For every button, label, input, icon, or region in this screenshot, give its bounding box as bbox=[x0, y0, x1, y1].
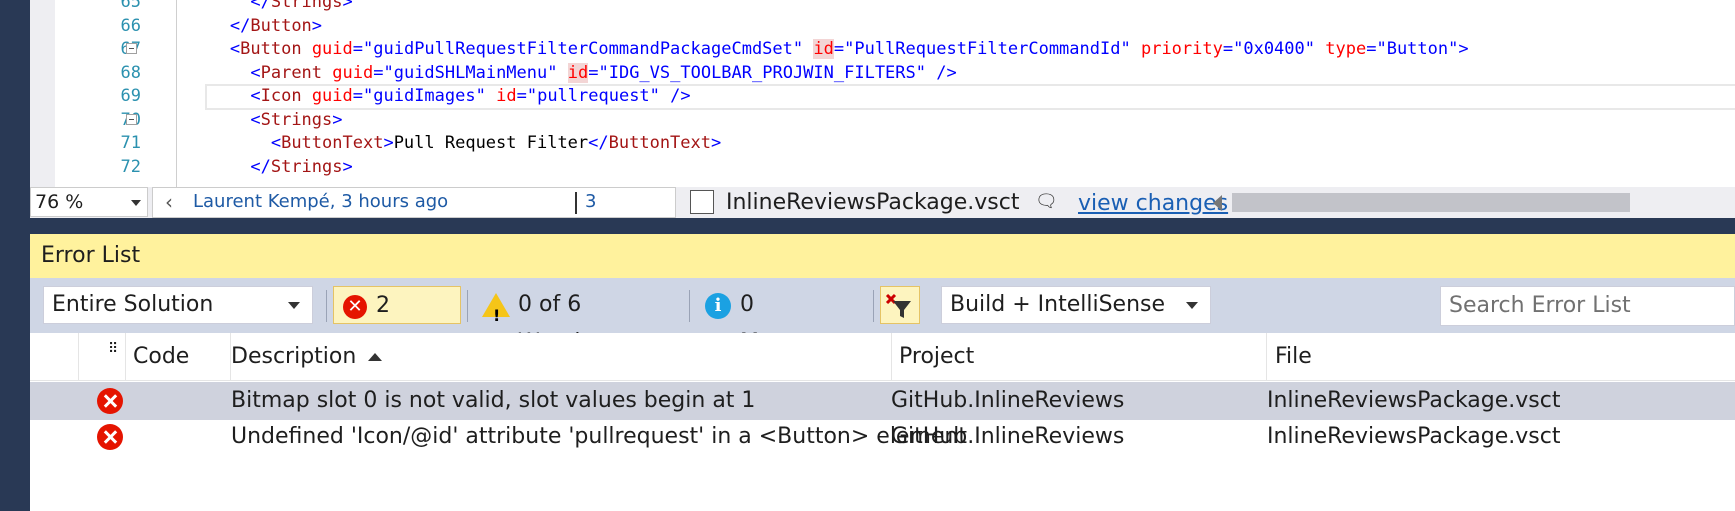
filter-toggle-button[interactable] bbox=[880, 286, 920, 324]
column-header-code-label: Code bbox=[133, 344, 190, 369]
code-text: </Strings> bbox=[250, 156, 353, 177]
code-editor[interactable]: 65 </Strings>66 </Button>67 <Button guid… bbox=[30, 0, 1735, 187]
column-separator bbox=[125, 333, 126, 381]
row-project: GitHub.InlineReviews bbox=[891, 424, 1125, 449]
clear-filter-icon bbox=[885, 293, 911, 318]
column-header-description-label: Description bbox=[231, 344, 357, 369]
line-number: 69 bbox=[120, 86, 141, 106]
toolbar-separator bbox=[689, 290, 690, 322]
column-header-project-label: Project bbox=[899, 344, 975, 369]
table-row[interactable]: Undefined 'Icon/@id' attribute 'pullrequ… bbox=[30, 418, 1735, 456]
collapse-icon[interactable] bbox=[126, 43, 137, 54]
code-line[interactable]: 71 <ButtonText>Pull Request Filter</Butt… bbox=[30, 130, 1735, 156]
editor-status-row: 76 % ‹ Laurent Kempé, 3 hours ago 3 auth… bbox=[30, 187, 1735, 296]
code-text: <Parent guid="guidSHLMainMenu" id="IDG_V… bbox=[250, 62, 957, 83]
error-list-toolbar: Entire Solution ✕ 2 Errors ! 0 of 6 Warn… bbox=[30, 278, 1735, 356]
sort-ascending-icon bbox=[368, 353, 383, 361]
comment-icon[interactable]: 🗨 bbox=[1035, 191, 1058, 212]
column-header-file[interactable]: File bbox=[1275, 333, 1312, 381]
column-options-icon[interactable]: ⠿ bbox=[108, 325, 118, 373]
blame-author-link[interactable]: Laurent Kempé, 3 hours ago bbox=[193, 188, 448, 216]
code-line[interactable]: 68 <Parent guid="guidSHLMainMenu" id="ID… bbox=[30, 60, 1735, 86]
code-line[interactable]: 70 <Strings> bbox=[30, 107, 1735, 133]
file-name-label: InlineReviewsPackage.vsct bbox=[726, 190, 1020, 215]
scope-value: Entire Solution bbox=[52, 292, 214, 317]
code-text: <Icon guid="guidImages" id="pullrequest"… bbox=[250, 86, 691, 106]
chevron-down-icon bbox=[131, 200, 141, 206]
codelens-blame[interactable]: ‹ Laurent Kempé, 3 hours ago 3 authors, … bbox=[152, 187, 676, 296]
code-line[interactable]: 66 </Button> bbox=[30, 13, 1735, 39]
chevron-left-icon: ‹ bbox=[165, 190, 173, 214]
column-separator bbox=[891, 333, 892, 381]
toolbar-separator bbox=[467, 290, 468, 322]
code-line[interactable]: 69 <Icon guid="guidImages" id="pullreque… bbox=[30, 83, 1735, 109]
code-line[interactable]: 72 </Strings> bbox=[30, 154, 1735, 180]
chevron-down-icon bbox=[1186, 302, 1198, 309]
collapse-icon[interactable] bbox=[126, 113, 137, 125]
code-line[interactable]: 67 <Button guid="guidPullRequestFilterCo… bbox=[30, 36, 1735, 62]
error-list-header: ⠿ Code Description Project File bbox=[30, 333, 1735, 381]
warning-icon: ! bbox=[482, 293, 510, 325]
build-filter-dropdown[interactable]: Build + IntelliSense bbox=[941, 286, 1211, 324]
code-text: <Button guid="guidPullRequestFilterComma… bbox=[229, 39, 1469, 59]
column-header-description[interactable]: Description bbox=[231, 333, 383, 381]
column-header-file-label: File bbox=[1275, 344, 1312, 369]
file-checkbox[interactable] bbox=[690, 190, 714, 214]
table-row[interactable]: Bitmap slot 0 is not valid, slot values … bbox=[30, 382, 1735, 420]
error-icon: ✕ bbox=[343, 295, 367, 319]
error-list-panel: Error List Entire Solution ✕ 2 Errors ! … bbox=[30, 234, 1735, 511]
view-changes-link[interactable]: view changes bbox=[1078, 187, 1228, 220]
info-icon: i bbox=[705, 293, 731, 319]
scope-dropdown[interactable]: Entire Solution bbox=[43, 286, 313, 324]
row-file: InlineReviewsPackage.vsct bbox=[1267, 424, 1561, 449]
errors-filter-button[interactable]: ✕ 2 Errors bbox=[333, 286, 461, 356]
code-text: <ButtonText>Pull Request Filter</ButtonT… bbox=[270, 133, 722, 153]
column-header-code[interactable]: Code bbox=[133, 333, 189, 381]
line-number: 66 bbox=[120, 15, 141, 36]
line-number: 72 bbox=[120, 156, 141, 177]
toolbar-separator bbox=[873, 290, 874, 322]
messages-filter-button[interactable]: i 0 Messages bbox=[702, 286, 862, 355]
build-filter-value: Build + IntelliSense bbox=[950, 292, 1166, 317]
error-icon bbox=[97, 388, 123, 414]
chevron-down-icon bbox=[288, 302, 300, 309]
column-header-project[interactable]: Project bbox=[899, 333, 974, 381]
column-separator bbox=[1266, 333, 1267, 381]
error-list-title[interactable]: Error List bbox=[30, 234, 1735, 278]
horizontal-scrollbar-thumb[interactable] bbox=[1232, 193, 1630, 212]
error-icon bbox=[97, 424, 123, 450]
toolbar-separator bbox=[326, 290, 327, 322]
code-text: </Button> bbox=[229, 15, 323, 36]
line-number: 71 bbox=[120, 133, 141, 153]
row-description: Undefined 'Icon/@id' attribute 'pullrequ… bbox=[231, 424, 968, 449]
text-cursor bbox=[575, 192, 577, 214]
warnings-filter-button[interactable]: ! 0 of 6 Warnings bbox=[477, 286, 677, 355]
line-number: 68 bbox=[120, 62, 141, 83]
column-separator bbox=[78, 333, 79, 381]
code-text: <Strings> bbox=[250, 109, 343, 130]
search-input[interactable]: Search Error List bbox=[1440, 286, 1735, 326]
search-placeholder: Search Error List bbox=[1449, 293, 1631, 318]
row-file: InlineReviewsPackage.vsct bbox=[1267, 388, 1561, 413]
scroll-left-arrow-icon[interactable] bbox=[1213, 195, 1222, 211]
zoom-dropdown[interactable]: 76 % bbox=[30, 187, 148, 217]
panel-splitter[interactable] bbox=[30, 218, 1735, 234]
window-left-strip bbox=[0, 0, 30, 511]
row-description: Bitmap slot 0 is not valid, slot values … bbox=[231, 388, 756, 413]
zoom-value: 76 % bbox=[35, 191, 84, 213]
row-project: GitHub.InlineReviews bbox=[891, 388, 1125, 413]
